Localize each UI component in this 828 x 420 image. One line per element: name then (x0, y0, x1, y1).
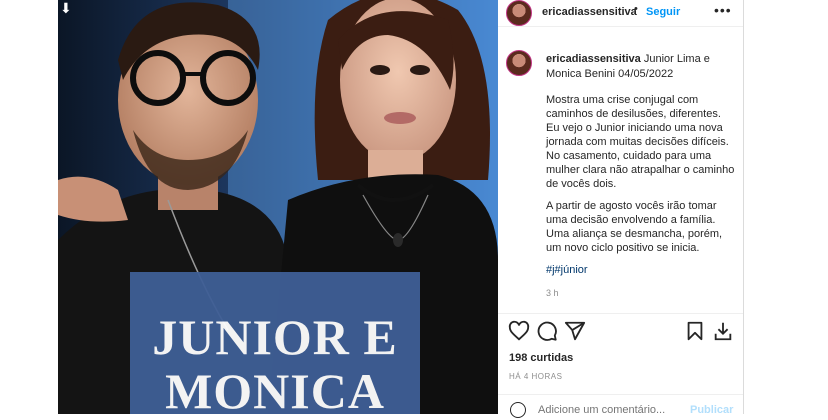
post-image[interactable]: JUNIOR E MONICA (58, 0, 498, 414)
image-caption-box: JUNIOR E MONICA (130, 272, 420, 414)
post-details-panel: ericadiassensitiva • Seguir ••• ericadia… (498, 0, 743, 418)
image-caption-line2: MONICA (165, 363, 385, 414)
caption-time: 3 h (546, 288, 559, 298)
caption-paragraph-2: A partir de agosto vocês irão tomar uma … (546, 200, 723, 254)
divider (498, 313, 743, 314)
right-margin (744, 0, 828, 414)
caption-hashtags[interactable]: #j#júnior (546, 264, 588, 276)
comment-icon[interactable] (536, 320, 558, 342)
caption-username[interactable]: ericadiassensitiva (546, 53, 641, 65)
likes-count[interactable]: 198 curtidas (509, 352, 573, 364)
share-icon[interactable] (564, 320, 586, 342)
posted-ago: HÁ 4 HORAS (509, 372, 563, 381)
avatar[interactable] (506, 0, 532, 26)
follow-button[interactable]: Seguir (646, 6, 680, 18)
download-arrow-icon[interactable]: ⬇ (60, 0, 72, 17)
divider (498, 394, 743, 395)
caption-paragraph-1: Mostra uma crise conjugal com caminhos d… (546, 94, 735, 190)
download-icon[interactable] (712, 320, 734, 342)
action-bar (498, 320, 743, 344)
image-caption-line1: JUNIOR E (152, 309, 398, 365)
header-username[interactable]: ericadiassensitiva (542, 6, 637, 18)
caption-avatar[interactable] (506, 50, 532, 76)
more-options-icon[interactable]: ••• (714, 2, 732, 18)
emoji-icon[interactable] (510, 402, 526, 418)
comment-input[interactable] (538, 404, 678, 416)
save-icon[interactable] (684, 320, 706, 342)
left-margin (0, 0, 58, 414)
post-header: ericadiassensitiva • Seguir ••• (498, 0, 743, 27)
publish-button[interactable]: Publicar (690, 404, 733, 416)
caption-header: ericadiassensitiva Junior Lima e Monica … (546, 52, 736, 82)
separator-dot: • (634, 3, 638, 15)
comment-row: Publicar (498, 400, 743, 420)
heart-icon[interactable] (508, 320, 530, 342)
